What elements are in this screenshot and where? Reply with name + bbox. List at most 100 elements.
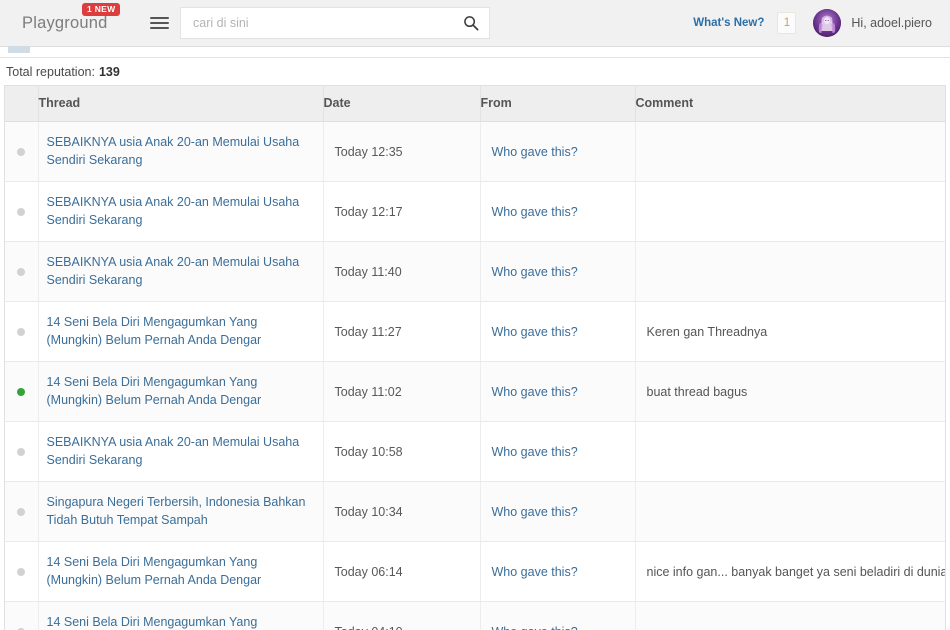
thread-link[interactable]: Singapura Negeri Terbersih, Indonesia Ba…	[47, 494, 309, 529]
table-header-row: Thread Date From Comment	[5, 86, 945, 122]
thread-cell: SEBAIKNYA usia Anak 20-an Memulai Usaha …	[38, 121, 324, 182]
column-header-thread[interactable]: Thread	[38, 86, 324, 122]
thread-link[interactable]: SEBAIKNYA usia Anak 20-an Memulai Usaha …	[47, 434, 309, 469]
thread-link[interactable]: 14 Seni Bela Diri Mengagumkan Yang (Mung…	[47, 374, 309, 409]
brand-title: Playground	[22, 13, 108, 32]
date-cell: Today 12:35	[323, 121, 481, 182]
row-status-cell	[5, 301, 39, 362]
comment-cell	[635, 181, 945, 242]
thread-link[interactable]: 14 Seni Bela Diri Mengagumkan Yang (Mung…	[47, 314, 309, 349]
column-header-from[interactable]: From	[480, 86, 636, 122]
from-cell: Who gave this?	[480, 481, 636, 542]
who-gave-this-link[interactable]: Who gave this?	[492, 505, 578, 519]
table-header: Thread Date From Comment	[5, 86, 945, 122]
reputation-table: Thread Date From Comment SEBAIKNYA usia …	[5, 86, 945, 630]
who-gave-this-link[interactable]: Who gave this?	[492, 205, 578, 219]
search-icon[interactable]	[463, 15, 479, 31]
thread-link[interactable]: SEBAIKNYA usia Anak 20-an Memulai Usaha …	[47, 134, 309, 169]
status-dot-neutral-icon	[17, 207, 26, 216]
hamburger-bar	[149, 17, 169, 19]
from-cell: Who gave this?	[480, 241, 636, 302]
notification-count-badge[interactable]: 1	[777, 12, 797, 34]
total-reputation-value: 139	[98, 64, 120, 79]
hamburger-bar	[149, 22, 169, 24]
who-gave-this-link[interactable]: Who gave this?	[492, 565, 578, 579]
thread-cell: 14 Seni Bela Diri Mengagumkan Yang (Mung…	[38, 361, 324, 422]
date-cell: Today 11:40	[323, 241, 481, 302]
comment-cell	[635, 121, 945, 182]
comment-cell	[635, 481, 945, 542]
who-gave-this-link[interactable]: Who gave this?	[492, 145, 578, 159]
who-gave-this-link[interactable]: Who gave this?	[492, 385, 578, 399]
thread-link[interactable]: 14 Seni Bela Diri Mengagumkan Yang (Mung…	[47, 614, 309, 630]
who-gave-this-link[interactable]: Who gave this?	[492, 265, 578, 279]
header-right-group: What's New? 1 Hi, adoel.piero	[693, 9, 950, 37]
avatar[interactable]	[813, 9, 842, 37]
from-cell: Who gave this?	[480, 421, 636, 482]
row-status-cell	[5, 181, 39, 242]
from-cell: Who gave this?	[480, 601, 636, 630]
nav-stub	[8, 46, 30, 53]
status-dot-neutral-icon	[17, 327, 26, 336]
date-cell: Today 11:02	[323, 361, 481, 422]
comment-cell: buat thread bagus	[635, 361, 945, 422]
date-cell: Today 12:17	[323, 181, 481, 242]
thread-cell: SEBAIKNYA usia Anak 20-an Memulai Usaha …	[38, 421, 324, 482]
user-greeting[interactable]: Hi, adoel.piero	[851, 16, 932, 30]
status-dot-positive-icon	[17, 387, 26, 396]
who-gave-this-link[interactable]: Who gave this?	[492, 625, 578, 630]
thread-link[interactable]: SEBAIKNYA usia Anak 20-an Memulai Usaha …	[47, 194, 309, 229]
table-row: 14 Seni Bela Diri Mengagumkan Yang (Mung…	[5, 541, 945, 602]
table-row: SEBAIKNYA usia Anak 20-an Memulai Usaha …	[5, 241, 945, 302]
comment-cell	[635, 241, 945, 302]
comment-cell	[635, 601, 945, 630]
column-header-date[interactable]: Date	[323, 86, 481, 122]
from-cell: Who gave this?	[480, 541, 636, 602]
date-cell: Today 04:10	[323, 601, 481, 630]
date-cell: Today 11:27	[323, 301, 481, 362]
table-body: SEBAIKNYA usia Anak 20-an Memulai Usaha …	[5, 121, 945, 630]
from-cell: Who gave this?	[480, 181, 636, 242]
search-input[interactable]	[181, 8, 489, 38]
table-row: 14 Seni Bela Diri Mengagumkan Yang (Mung…	[5, 301, 945, 362]
thread-cell: 14 Seni Bela Diri Mengagumkan Yang (Mung…	[38, 301, 324, 362]
date-cell: Today 10:58	[323, 421, 481, 482]
from-cell: Who gave this?	[480, 361, 636, 422]
top-header-bar: Playground 1 NEW What's New? 1	[0, 0, 950, 47]
total-reputation-line: Total reputation: 139	[0, 58, 950, 85]
date-cell: Today 06:14	[323, 541, 481, 602]
whats-new-link[interactable]: What's New?	[693, 17, 764, 29]
comment-cell: Keren gan Threadnya	[635, 301, 945, 362]
thread-cell: Singapura Negeri Terbersih, Indonesia Ba…	[38, 481, 324, 542]
hamburger-bar	[149, 27, 169, 29]
thread-cell: 14 Seni Bela Diri Mengagumkan Yang (Mung…	[38, 601, 324, 630]
search-box[interactable]	[180, 7, 490, 39]
column-header-status[interactable]	[5, 86, 39, 122]
table-row: Singapura Negeri Terbersih, Indonesia Ba…	[5, 481, 945, 542]
who-gave-this-link[interactable]: Who gave this?	[492, 325, 578, 339]
status-dot-neutral-icon	[17, 147, 26, 156]
table-row: SEBAIKNYA usia Anak 20-an Memulai Usaha …	[5, 421, 945, 482]
brand-logo[interactable]: Playground 1 NEW	[0, 0, 140, 47]
from-cell: Who gave this?	[480, 121, 636, 182]
row-status-cell	[5, 241, 39, 302]
thread-link[interactable]: 14 Seni Bela Diri Mengagumkan Yang (Mung…	[47, 554, 309, 589]
who-gave-this-link[interactable]: Who gave this?	[492, 445, 578, 459]
status-dot-neutral-icon	[17, 567, 26, 576]
reputation-table-container: Thread Date From Comment SEBAIKNYA usia …	[4, 85, 946, 630]
comment-cell: nice info gan... banyak banget ya seni b…	[635, 541, 945, 602]
hamburger-menu-icon[interactable]	[140, 0, 178, 47]
from-cell: Who gave this?	[480, 301, 636, 362]
row-status-cell	[5, 481, 39, 542]
thread-link[interactable]: SEBAIKNYA usia Anak 20-an Memulai Usaha …	[47, 254, 309, 289]
sub-navigation-strip	[0, 46, 950, 58]
table-row: 14 Seni Bela Diri Mengagumkan Yang (Mung…	[5, 601, 945, 630]
row-status-cell	[5, 601, 39, 630]
new-items-badge[interactable]: 1 NEW	[82, 2, 121, 16]
row-status-cell	[5, 421, 39, 482]
row-status-cell	[5, 121, 39, 182]
table-row: SEBAIKNYA usia Anak 20-an Memulai Usaha …	[5, 181, 945, 242]
table-row: SEBAIKNYA usia Anak 20-an Memulai Usaha …	[5, 121, 945, 182]
thread-cell: SEBAIKNYA usia Anak 20-an Memulai Usaha …	[38, 241, 324, 302]
column-header-comment[interactable]: Comment	[635, 86, 945, 122]
